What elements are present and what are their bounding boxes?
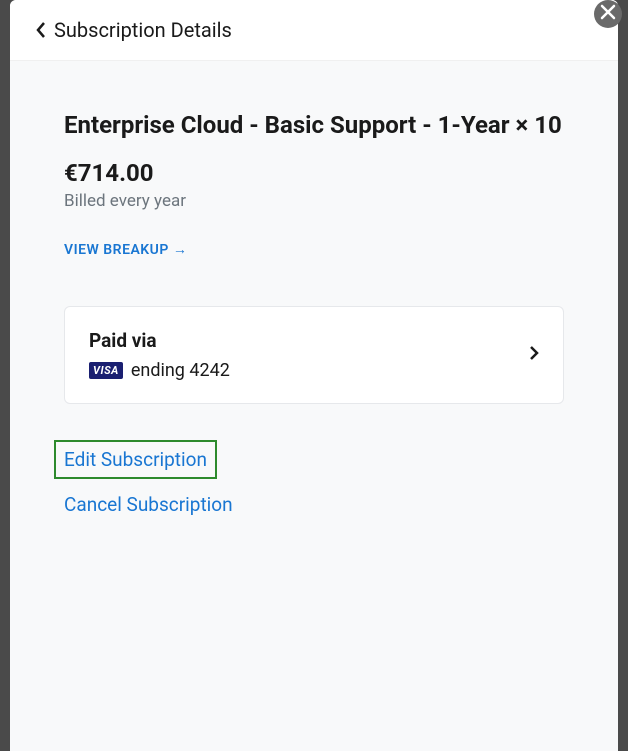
plan-price: €714.00 <box>64 159 564 187</box>
back-button[interactable] <box>34 21 48 39</box>
view-breakup-label: VIEW BREAKUP → <box>64 241 187 258</box>
card-row: VISA ending 4242 <box>89 360 230 381</box>
billing-cycle: Billed every year <box>64 191 564 211</box>
plan-title: Enterprise Cloud - Basic Support - 1-Yea… <box>64 109 564 141</box>
action-links: Edit Subscription Cancel Subscription <box>64 440 564 516</box>
edit-subscription-link[interactable]: Edit Subscription <box>64 448 207 471</box>
subscription-details-modal: Subscription Details Enterprise Cloud - … <box>10 0 618 751</box>
chevron-right-icon <box>529 345 539 365</box>
modal-title: Subscription Details <box>54 18 232 42</box>
card-ending: ending 4242 <box>131 360 230 381</box>
close-button[interactable] <box>594 0 622 28</box>
view-breakup-link[interactable]: VIEW BREAKUP → <box>64 241 187 258</box>
payment-info: Paid via VISA ending 4242 <box>89 329 230 381</box>
modal-content: Enterprise Cloud - Basic Support - 1-Yea… <box>10 61 618 751</box>
visa-badge-icon: VISA <box>89 362 123 379</box>
paid-via-label: Paid via <box>89 329 230 352</box>
chevron-left-icon <box>34 21 48 39</box>
cancel-subscription-link[interactable]: Cancel Subscription <box>64 493 233 516</box>
close-icon <box>600 4 616 24</box>
edit-subscription-highlight: Edit Subscription <box>54 440 217 479</box>
payment-method-card[interactable]: Paid via VISA ending 4242 <box>64 306 564 404</box>
modal-header: Subscription Details <box>10 0 618 61</box>
